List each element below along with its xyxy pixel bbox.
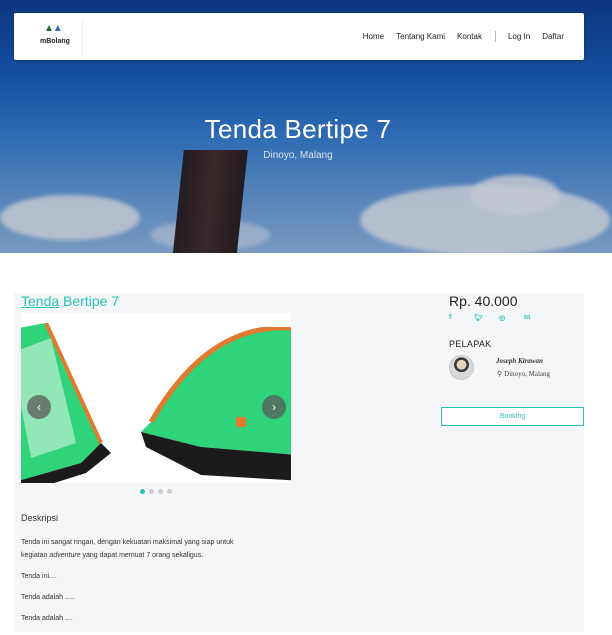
logo-text: mBolang bbox=[40, 38, 70, 45]
product-price: Rp. 40.000 bbox=[449, 293, 518, 309]
description-line: Tenda ini sangat ringan, dengan kekuatan… bbox=[21, 539, 234, 546]
logo-trees-icon: ▲▲ bbox=[44, 23, 63, 34]
description-paragraph: Tenda adalah ..... bbox=[21, 594, 75, 601]
description-text: Tenda ini sangat ringan, dengan kekuatan… bbox=[21, 536, 233, 562]
logo-divider bbox=[82, 19, 83, 55]
facebook-icon[interactable]: f bbox=[449, 314, 474, 322]
product-title-rest: Bertipe 7 bbox=[59, 293, 120, 309]
nav-login[interactable]: Log In bbox=[508, 32, 530, 41]
navbar: ▲▲ mBolang Home Tentang Kami Kontak Log … bbox=[14, 13, 584, 60]
product-title-link[interactable]: Tenda bbox=[21, 293, 59, 309]
hero-title: Tenda Bertipe 7 bbox=[204, 114, 392, 144]
social-links: f 🐦︎ ◎ in bbox=[449, 314, 549, 322]
seller-name[interactable]: Joseph Kirawan bbox=[496, 357, 543, 365]
hero-location: Dinoyo, Malang bbox=[263, 150, 333, 161]
description-line: kegiatan adventure yang dapat memuat 7 o… bbox=[21, 552, 204, 559]
slider-next-button[interactable]: › bbox=[262, 395, 286, 419]
nav-links: Home Tentang Kami Kontak Log In Daftar bbox=[351, 31, 564, 42]
seller-location-text: Dinoyo, Malang bbox=[504, 370, 551, 378]
description-heading: Deskripsi bbox=[21, 513, 59, 523]
slider-dots bbox=[140, 489, 176, 494]
twitter-icon[interactable]: 🐦︎ bbox=[474, 314, 499, 322]
nav-daftar[interactable]: Daftar bbox=[542, 32, 564, 41]
nav-tentang-kami[interactable]: Tentang Kami bbox=[396, 32, 445, 41]
instagram-icon[interactable]: ◎ bbox=[499, 314, 524, 322]
linkedin-icon[interactable]: in bbox=[524, 314, 549, 322]
product-title: Tenda Bertipe 7 bbox=[21, 293, 119, 309]
booking-button[interactable]: Booking bbox=[441, 407, 584, 426]
seller-label: PELAPAK bbox=[449, 339, 492, 349]
seller-avatar[interactable] bbox=[449, 355, 474, 380]
nav-divider bbox=[494, 31, 496, 42]
logo[interactable]: ▲▲ mBolang bbox=[40, 23, 76, 53]
slider-dot[interactable] bbox=[149, 489, 154, 494]
nav-home[interactable]: Home bbox=[363, 32, 384, 41]
map-pin-icon: ⚲ bbox=[497, 370, 503, 378]
seller-location: ⚲ Dinoyo, Malang bbox=[497, 370, 550, 378]
nav-kontak[interactable]: Kontak bbox=[457, 32, 482, 41]
slider-prev-button[interactable]: ‹ bbox=[27, 395, 51, 419]
image-slider[interactable]: ‹ › bbox=[21, 313, 291, 483]
description-paragraph: Tenda ini.... bbox=[21, 573, 57, 580]
slider-dot[interactable] bbox=[158, 489, 163, 494]
description-paragraph: Tenda adalah .... bbox=[21, 615, 73, 622]
slider-dot[interactable] bbox=[140, 489, 145, 494]
slider-dot[interactable] bbox=[167, 489, 172, 494]
